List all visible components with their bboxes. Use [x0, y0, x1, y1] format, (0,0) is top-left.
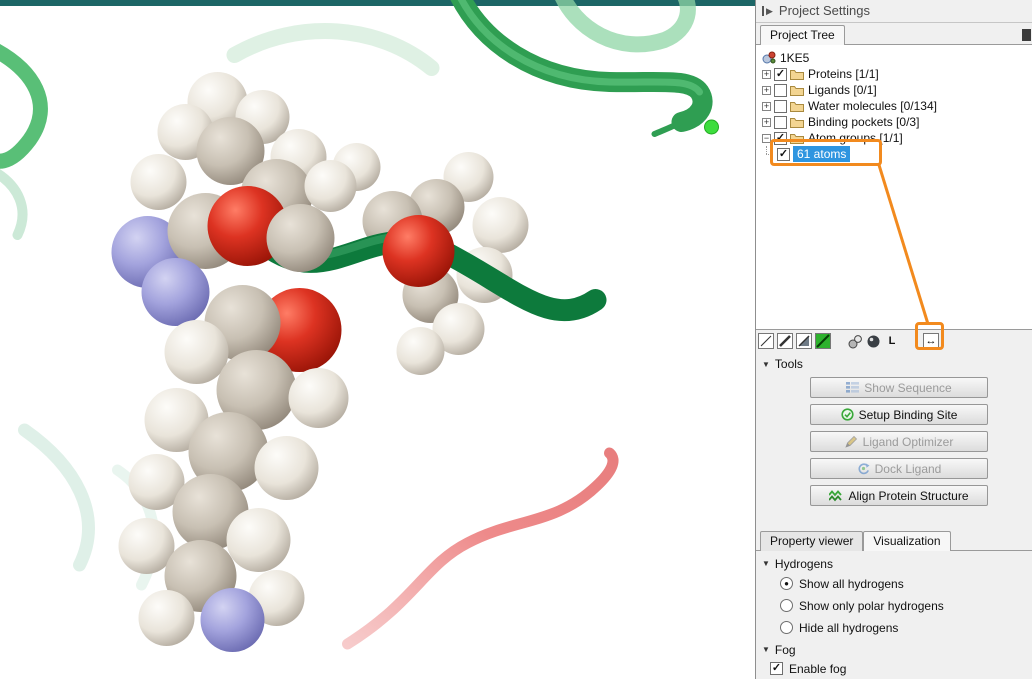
folder-icon — [790, 133, 804, 144]
panel-title: Project Settings — [779, 3, 870, 18]
setup-binding-site-button[interactable]: Setup Binding Site — [810, 404, 988, 425]
visualization-panel: ▼ Hydrogens ● Show all hydrogens Show on… — [756, 551, 1032, 679]
binding-site-icon — [841, 408, 854, 421]
tree-item-atom-groups[interactable]: − ✓ Atom groups [1/1] — [762, 130, 1030, 146]
radio-icon[interactable]: ● — [780, 577, 793, 590]
green-atom-dot — [705, 120, 719, 134]
pencil-icon — [845, 435, 858, 448]
tree-item-label: Atom groups [1/1] — [807, 131, 903, 145]
tree-item-label: Binding pockets [0/3] — [807, 115, 919, 129]
hydrogens-title: Hydrogens — [775, 557, 833, 571]
button-label: Align Protein Structure — [848, 489, 968, 503]
collapse-icon[interactable]: − — [762, 134, 771, 143]
tab-project-tree[interactable]: Project Tree — [760, 25, 845, 45]
tree-connector — [762, 146, 774, 162]
tree-item-ligands[interactable]: + Ligands [0/1] — [762, 82, 1030, 98]
checkbox[interactable] — [774, 84, 787, 97]
radio-show-all-hydrogens[interactable]: ● Show all hydrogens — [756, 573, 1032, 595]
align-protein-structure-button[interactable]: Align Protein Structure — [810, 485, 988, 506]
checkbox[interactable]: ✓ — [770, 662, 783, 675]
project-tree-tabbar: Project Tree — [756, 23, 1032, 46]
tab-property-viewer[interactable]: Property viewer — [760, 531, 863, 551]
dock-ligand-button[interactable]: Dock Ligand — [810, 458, 988, 479]
project-settings-header[interactable]: ▶ Project Settings — [756, 0, 1032, 23]
molecule-3d-viewer[interactable] — [0, 0, 755, 679]
radio-icon[interactable] — [780, 621, 793, 634]
checkbox-label: Enable fog — [789, 662, 846, 676]
fog-section-header[interactable]: ▼ Fog — [756, 639, 1032, 659]
checkbox[interactable] — [774, 116, 787, 129]
checkbox[interactable]: ✓ — [774, 132, 787, 145]
label-icon[interactable]: L — [884, 333, 900, 349]
expand-icon[interactable]: + — [762, 86, 771, 95]
ball-icon[interactable] — [865, 333, 881, 349]
button-label: Dock Ligand — [875, 462, 942, 476]
panel-collapse-icon[interactable]: ▶ — [762, 6, 773, 16]
collapse-triangle-icon: ▼ — [762, 360, 770, 369]
expand-icon[interactable]: + — [762, 102, 771, 111]
fog-title: Fog — [775, 643, 796, 657]
hydrogens-section-header[interactable]: ▼ Hydrogens — [756, 553, 1032, 573]
radio-icon[interactable] — [780, 599, 793, 612]
side-panel: ▶ Project Settings Project Tree 1KE5 — [755, 0, 1032, 679]
dock-icon — [857, 462, 870, 475]
molecule-icon — [762, 51, 776, 65]
view-style-toolbar: L ↔ — [756, 330, 1032, 354]
radio-hide-all-hydrogens[interactable]: Hide all hydrogens — [756, 617, 1032, 639]
checkbox[interactable]: ✓ — [774, 68, 787, 81]
show-sequence-button[interactable]: Show Sequence — [810, 377, 988, 398]
tree-item-label: Water molecules [0/134] — [807, 99, 937, 113]
sequence-icon — [846, 382, 859, 393]
radio-show-only-polar-hydrogens[interactable]: Show only polar hydrogens — [756, 595, 1032, 617]
bottom-tabbar: Property viewer Visualization — [756, 528, 1032, 551]
checkbox[interactable]: ✓ — [777, 148, 790, 161]
checkbox[interactable] — [774, 100, 787, 113]
stick-icon[interactable] — [777, 333, 793, 349]
radio-label: Show only polar hydrogens — [799, 599, 944, 613]
half-render-icon[interactable] — [796, 333, 812, 349]
folder-icon — [790, 101, 804, 112]
selected-tree-item-label[interactable]: 61 atoms — [793, 146, 850, 162]
tab-visualization[interactable]: Visualization — [863, 531, 950, 551]
folder-icon — [790, 85, 804, 96]
tools-section-header[interactable]: ▼ Tools — [756, 353, 1032, 373]
tree-item-label: 1KE5 — [779, 51, 809, 65]
tree-item-binding-pockets[interactable]: + Binding pockets [0/3] — [762, 114, 1030, 130]
expand-icon[interactable]: + — [762, 118, 771, 127]
spheres-icon[interactable] — [846, 333, 862, 349]
tree-item-proteins[interactable]: + ✓ Proteins [1/1] — [762, 66, 1030, 82]
collapse-triangle-icon: ▼ — [762, 559, 770, 568]
molecule-render — [0, 0, 755, 679]
distance-icon[interactable]: ↔ — [923, 333, 939, 349]
tree-item-61-atoms[interactable]: ✓ 61 atoms — [762, 146, 1030, 162]
button-label: Ligand Optimizer — [863, 435, 954, 449]
enable-fog-checkbox-row[interactable]: ✓ Enable fog — [756, 659, 1032, 679]
button-label: Setup Binding Site — [859, 408, 958, 422]
folder-icon — [790, 69, 804, 80]
surface-green-icon[interactable] — [815, 333, 831, 349]
folder-icon — [790, 117, 804, 128]
project-tree: 1KE5 + ✓ Proteins [1/1] + Ligands [0/1] — [756, 45, 1032, 329]
expand-icon[interactable]: + — [762, 70, 771, 79]
tree-item-root-1ke5[interactable]: 1KE5 — [762, 50, 1030, 66]
tab-scroll-button[interactable] — [1022, 29, 1031, 41]
radio-label: Show all hydrogens — [799, 577, 904, 591]
button-label: Show Sequence — [864, 381, 951, 395]
wireframe-icon[interactable] — [758, 333, 774, 349]
collapse-triangle-icon: ▼ — [762, 645, 770, 654]
align-icon — [829, 490, 843, 502]
tools-buttons: Show Sequence Setup Binding Site Ligand … — [756, 373, 1032, 514]
tree-item-label: Proteins [1/1] — [807, 67, 879, 81]
tools-title: Tools — [775, 357, 803, 371]
tree-item-label: Ligands [0/1] — [807, 83, 877, 97]
ligand-optimizer-button[interactable]: Ligand Optimizer — [810, 431, 988, 452]
tree-item-water-molecules[interactable]: + Water molecules [0/134] — [762, 98, 1030, 114]
application-window: ▶ Project Settings Project Tree 1KE5 — [0, 0, 1032, 679]
radio-label: Hide all hydrogens — [799, 621, 898, 635]
